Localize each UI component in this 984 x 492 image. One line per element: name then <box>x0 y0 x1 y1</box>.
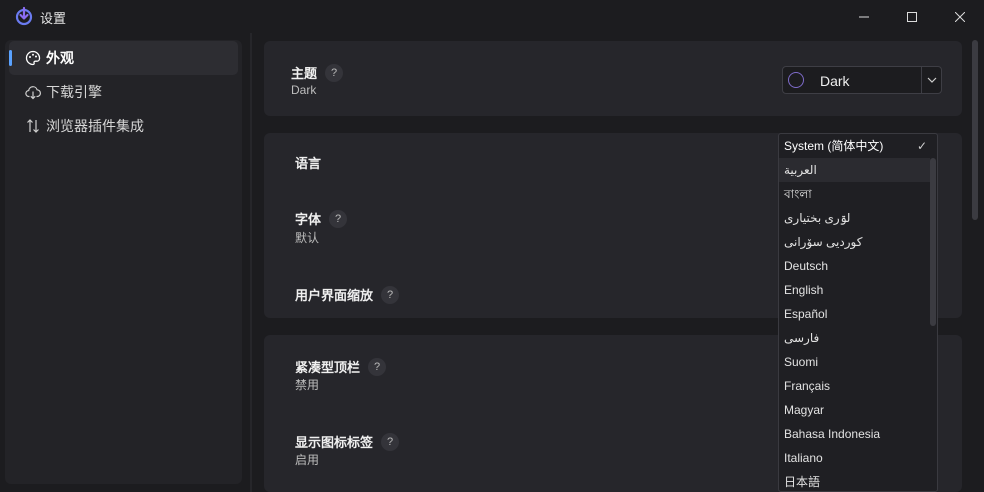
palette-icon <box>25 50 41 66</box>
language-option[interactable]: Italiano <box>779 446 931 470</box>
language-option-label: Bahasa Indonesia <box>784 427 881 441</box>
theme-select[interactable]: Dark <box>782 66 942 94</box>
theme-select-value: Dark <box>820 73 850 89</box>
compact-titlebar-row-title: 紧凑型顶栏 ? <box>295 357 387 376</box>
chevron-down-icon <box>927 77 936 83</box>
language-option[interactable]: لۊری بختیاری <box>779 206 931 230</box>
sidebar-item-label: 浏览器插件集成 <box>46 118 144 134</box>
language-dropdown-menu[interactable]: System (简体中文) ✓ العربية বাংলা لۊری بختیا… <box>778 133 938 492</box>
close-button[interactable] <box>936 0 984 33</box>
font-value: 默认 <box>295 231 320 245</box>
language-option[interactable]: کوردیی سۆرانی <box>779 230 931 254</box>
language-option-label: Italiano <box>784 451 823 465</box>
theme-label: 主题 <box>291 66 318 81</box>
language-option-label: 日本語 <box>784 475 821 489</box>
language-option[interactable]: System (简体中文) ✓ <box>779 134 931 158</box>
language-option-label: English <box>784 283 824 297</box>
sidebar-item-label: 下载引擎 <box>46 84 102 100</box>
language-row-title: 语言 <box>295 153 321 172</box>
ui-scale-label: 用户界面缩放 <box>295 288 374 303</box>
language-option[interactable]: Français <box>779 374 931 398</box>
maximize-icon <box>907 11 917 22</box>
language-option[interactable]: English <box>779 278 931 302</box>
language-option[interactable]: Magyar <box>779 398 931 422</box>
title-bar: 设置 <box>0 0 984 33</box>
help-icon[interactable]: ? <box>325 63 344 82</box>
close-icon <box>955 11 965 22</box>
help-icon[interactable]: ? <box>381 285 400 304</box>
language-option-label: کوردیی سۆرانی <box>784 235 863 249</box>
swap-vertical-icon <box>27 119 39 133</box>
language-option-label: العربية <box>784 163 817 177</box>
theme-row-title: 主题 ? <box>291 63 344 82</box>
language-option-label: فارسی <box>784 331 820 345</box>
language-option[interactable]: العربية <box>779 158 931 182</box>
language-option-label: Suomi <box>784 355 819 369</box>
language-option[interactable]: Suomi <box>779 350 931 374</box>
font-row-title: 字体 ? <box>295 209 348 228</box>
help-icon[interactable]: ? <box>368 357 387 376</box>
icon-labels-label: 显示图标标签 <box>295 435 374 450</box>
language-option-label: Français <box>784 379 831 393</box>
icon-labels-value: 启用 <box>295 453 320 467</box>
language-option[interactable]: Español <box>779 302 931 326</box>
check-icon: ✓ <box>916 139 927 153</box>
language-option[interactable]: 日本語 <box>779 470 931 491</box>
language-option-label: Español <box>784 307 828 321</box>
maximize-button[interactable] <box>888 0 936 33</box>
sidebar-item-browser-integration[interactable]: 浏览器插件集成 <box>9 109 238 143</box>
compact-titlebar-value: 禁用 <box>295 378 320 392</box>
help-icon[interactable]: ? <box>329 209 348 228</box>
scrollbar-thumb[interactable] <box>930 158 936 326</box>
theme-dropdown-toggle[interactable] <box>921 67 941 93</box>
language-option-label: বাংলা <box>784 187 812 201</box>
sidebar-item-label: 外观 <box>46 50 74 66</box>
scrollbar-thumb[interactable] <box>972 40 978 220</box>
language-option[interactable]: বাংলা <box>779 182 931 206</box>
language-option-label: Deutsch <box>784 259 829 273</box>
language-option[interactable]: Bahasa Indonesia <box>779 422 931 446</box>
sidebar-item-appearance[interactable]: 外观 <box>9 41 238 75</box>
help-icon[interactable]: ? <box>381 432 400 451</box>
language-option[interactable]: Deutsch <box>779 254 931 278</box>
content-scrollbar[interactable] <box>970 40 980 220</box>
language-option-label: System (简体中文) <box>784 139 884 153</box>
icon-labels-row-title: 显示图标标签 ? <box>295 432 400 451</box>
sidebar-item-download-engine[interactable]: 下载引擎 <box>9 75 238 109</box>
cloud-download-icon <box>25 86 41 100</box>
ui-scale-row-title: 用户界面缩放 ? <box>295 285 400 304</box>
theme-swatch <box>788 72 804 88</box>
language-option[interactable]: فارسی <box>779 326 931 350</box>
compact-titlebar-label: 紧凑型顶栏 <box>295 360 361 375</box>
sidebar: 外观 下载引擎 浏览器插件集成 <box>5 40 242 484</box>
language-option-label: Magyar <box>784 403 825 417</box>
theme-value: Dark <box>291 83 317 97</box>
minimize-icon <box>859 16 869 17</box>
window-title: 设置 <box>40 11 67 26</box>
minimize-button[interactable] <box>840 0 888 33</box>
app-logo-icon <box>15 6 33 26</box>
language-option-label: لۊری بختیاری <box>784 211 851 225</box>
language-label: 语言 <box>295 156 322 171</box>
font-label: 字体 <box>295 212 322 227</box>
